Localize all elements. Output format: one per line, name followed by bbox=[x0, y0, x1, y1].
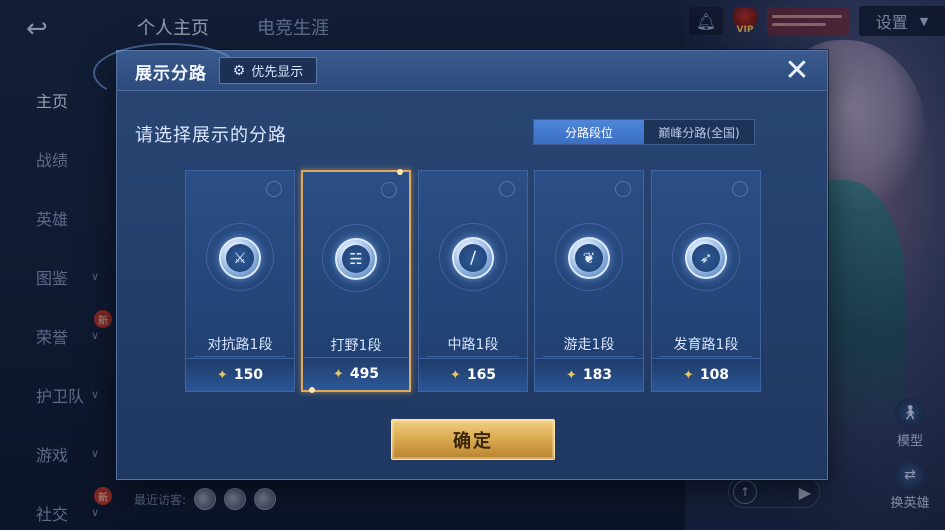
sparkle-decoration bbox=[381, 182, 397, 198]
lane-points: ✦ 165 bbox=[419, 358, 527, 391]
dialog-title: 展示分路 bbox=[135, 64, 207, 84]
lane-rank-label: 中路1段 bbox=[447, 337, 499, 353]
points-value: 108 bbox=[699, 367, 730, 383]
toggle-peak-lane[interactable]: 巅峰分路(全国) bbox=[644, 120, 754, 144]
sparkle-decoration bbox=[499, 181, 515, 197]
priority-display-label: 优先显示 bbox=[251, 65, 304, 80]
toggle-lane-rank[interactable]: 分路段位 bbox=[534, 120, 644, 144]
bow-emblem-icon: ➶ bbox=[685, 237, 727, 279]
lane-points: ✦ 150 bbox=[186, 358, 294, 391]
sparkle-decoration bbox=[266, 181, 282, 197]
slash-emblem-icon: ⧸ bbox=[452, 237, 494, 279]
dialog-header: 展示分路 ⚙ 优先显示 ✕ bbox=[93, 43, 827, 103]
points-value: 495 bbox=[349, 366, 380, 382]
select-lane-prompt: 请选择展示的分路 bbox=[135, 125, 287, 146]
lane-rank-label: 发育路1段 bbox=[673, 337, 739, 353]
lane-points: ✦ 183 bbox=[535, 358, 643, 391]
wing-emblem-icon: ❦ bbox=[568, 237, 610, 279]
sword-emblem-icon: ⚔ bbox=[219, 237, 261, 279]
lane-points: ✦ 495 bbox=[303, 357, 409, 390]
close-button[interactable]: ✕ bbox=[781, 56, 813, 88]
points-icon: ✦ bbox=[216, 367, 228, 383]
close-icon: ✕ bbox=[784, 53, 810, 88]
priority-display-button[interactable]: ⚙ 优先显示 bbox=[219, 57, 317, 84]
lane-display-dialog: 展示分路 ⚙ 优先显示 ✕ 请选择展示的分路 分路段位 巅峰分路(全国) ⚔ 对… bbox=[93, 43, 828, 480]
lane-card-mid[interactable]: ⧸ 中路1段 ✦ 165 bbox=[418, 170, 528, 392]
points-icon: ✦ bbox=[565, 367, 577, 383]
lane-card-farm[interactable]: ➶ 发育路1段 ✦ 108 bbox=[651, 170, 761, 392]
lane-points: ✦ 108 bbox=[652, 358, 760, 391]
sparkle-decoration bbox=[732, 181, 748, 197]
lane-rank-label: 对抗路1段 bbox=[207, 337, 273, 353]
gear-icon: ⚙ bbox=[232, 62, 246, 79]
lane-rank-label: 打野1段 bbox=[330, 338, 382, 354]
points-icon: ✦ bbox=[332, 366, 344, 382]
points-icon: ✦ bbox=[682, 367, 694, 383]
lane-card-roam[interactable]: ❦ 游走1段 ✦ 183 bbox=[534, 170, 644, 392]
points-value: 150 bbox=[233, 367, 264, 383]
sparkle-decoration bbox=[615, 181, 631, 197]
points-value: 165 bbox=[466, 367, 497, 383]
rank-type-toggle: 分路段位 巅峰分路(全国) bbox=[533, 119, 755, 145]
lane-cards: ⚔ 对抗路1段 ✦ 150 ☵ 打野1段 ✦ 495 ⧸ 中路1段 ✦ 165 … bbox=[185, 169, 761, 393]
lane-card-jungle[interactable]: ☵ 打野1段 ✦ 495 bbox=[301, 169, 411, 393]
lane-card-top[interactable]: ⚔ 对抗路1段 ✦ 150 bbox=[185, 170, 295, 392]
lane-rank-label: 游走1段 bbox=[563, 337, 615, 353]
points-icon: ✦ bbox=[449, 367, 461, 383]
confirm-button[interactable]: 确定 bbox=[391, 419, 555, 460]
points-value: 183 bbox=[582, 367, 613, 383]
dragon-emblem-icon: ☵ bbox=[335, 238, 377, 280]
